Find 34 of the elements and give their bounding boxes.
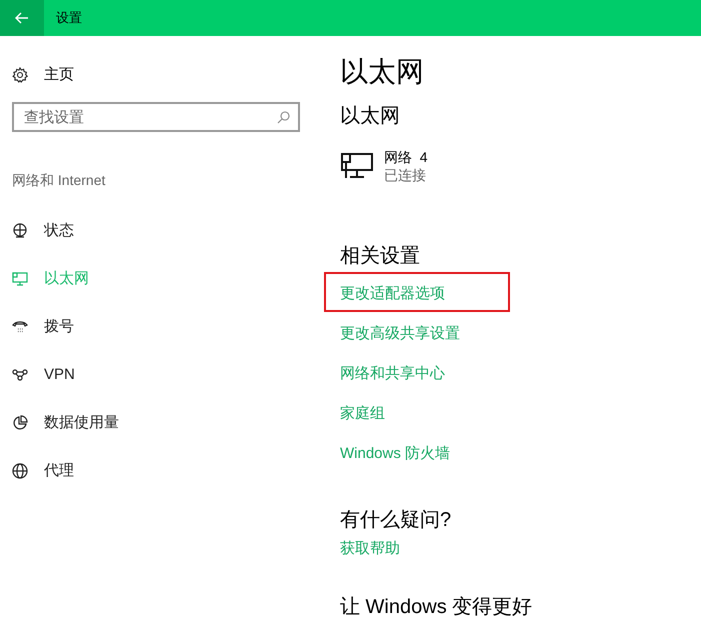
globe-monitor-icon	[12, 223, 28, 239]
back-arrow-icon	[15, 12, 29, 24]
back-button[interactable]	[0, 0, 44, 36]
nav-item[interactable]: 以太网	[12, 255, 300, 303]
vpn-icon	[12, 367, 28, 383]
page-title: 以太网	[340, 55, 425, 89]
globe-icon	[12, 463, 28, 479]
section-label: 网络和 Internet	[12, 171, 106, 190]
nav-item[interactable]: 状态	[12, 207, 300, 255]
section-heading: 让 Windows 变得更好	[340, 594, 534, 618]
section-heading: 相关设置	[340, 244, 421, 269]
settings-link[interactable]: Windows 防火墙	[340, 442, 450, 466]
phone-icon	[12, 319, 28, 335]
network-monitor-icon	[340, 152, 374, 180]
settings-link[interactable]: 网络和共享中心	[340, 362, 445, 386]
settings-link[interactable]: 更改高级共享设置	[340, 322, 460, 346]
settings-link[interactable]: 家庭组	[340, 402, 385, 426]
settings-icon	[12, 67, 28, 83]
pie-chart-icon	[12, 415, 28, 431]
home-link[interactable]: 主页	[44, 64, 74, 86]
search-icon	[277, 111, 290, 124]
nav-item[interactable]: 代理	[12, 447, 300, 495]
settings-link[interactable]: 更改适配器选项	[340, 282, 445, 306]
nav-item[interactable]: 拨号	[12, 303, 300, 351]
search-field[interactable]: 查找设置	[12, 102, 300, 132]
ethernet-icon	[12, 271, 28, 287]
network-status: 已连接	[384, 166, 427, 184]
section-heading: 以太网	[340, 104, 401, 129]
network-name: 网络 4	[384, 148, 428, 166]
help-link[interactable]: 获取帮助	[340, 538, 701, 560]
nav-item[interactable]: 数据使用量	[12, 399, 300, 447]
section-heading: 有什么疑问?	[340, 508, 452, 533]
nav-item[interactable]: VPN	[12, 351, 300, 399]
window-title: 设置	[56, 9, 82, 28]
